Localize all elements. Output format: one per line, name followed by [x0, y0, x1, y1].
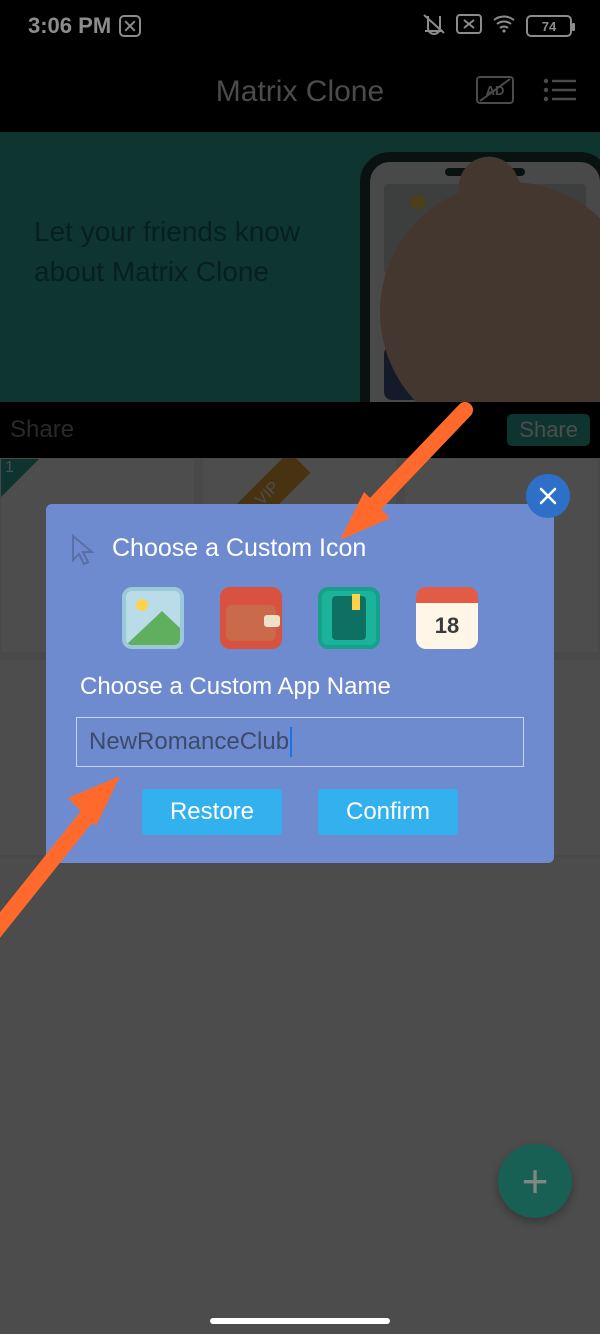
add-fab[interactable]: +	[498, 1144, 572, 1218]
confirm-button[interactable]: Confirm	[318, 789, 458, 835]
icon-option-wallet[interactable]	[220, 587, 282, 649]
annotation-arrow	[0, 740, 160, 960]
ad-badge-icon[interactable]: AD	[476, 76, 514, 109]
status-app-icon	[119, 15, 141, 37]
app-header: Matrix Clone AD	[0, 52, 600, 132]
icon-choices: 18	[76, 587, 524, 649]
dialog-title-name: Choose a Custom App Name	[76, 673, 524, 701]
status-bar: 3:06 PM 74	[0, 0, 600, 52]
annotation-arrow	[320, 400, 480, 560]
menu-list-icon[interactable]	[542, 77, 576, 108]
restore-button[interactable]: Restore	[142, 789, 282, 835]
icon-option-notebook[interactable]	[318, 587, 380, 649]
clock: 3:06 PM	[28, 13, 111, 39]
wifi-icon	[492, 14, 516, 39]
gesture-bar[interactable]	[210, 1318, 390, 1324]
silent-icon	[422, 13, 446, 40]
icon-option-calendar[interactable]: 18	[416, 587, 478, 649]
rect-x-icon	[456, 14, 482, 39]
cursor-icon	[70, 534, 96, 571]
app-title: Matrix Clone	[216, 75, 384, 109]
close-button[interactable]	[526, 474, 570, 518]
battery-icon: 74	[526, 15, 572, 37]
icon-option-gallery[interactable]	[122, 587, 184, 649]
plus-icon: +	[522, 1154, 549, 1208]
